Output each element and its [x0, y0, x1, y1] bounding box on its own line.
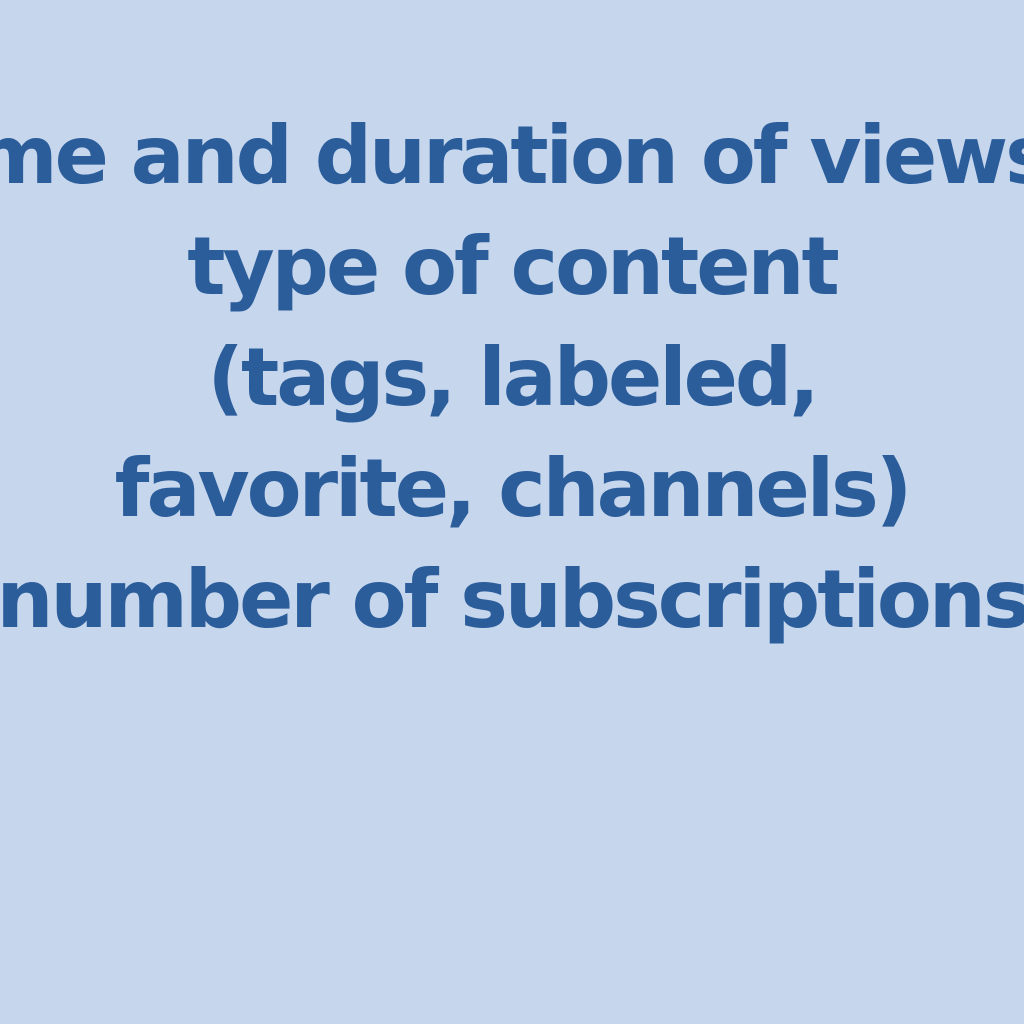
text-line-content-type: type of content [187, 220, 839, 313]
text-line-favorite: favorite, channels) [114, 442, 913, 535]
text-line-subscriptions: number of subscriptions [0, 553, 1024, 646]
text-line-views: me and duration of views [0, 109, 1024, 202]
slide-canvas: me and duration of views type of content… [0, 0, 1024, 1024]
text-line-tags: (tags, labeled, [207, 331, 819, 424]
text-block: me and duration of views type of content… [0, 100, 1024, 655]
